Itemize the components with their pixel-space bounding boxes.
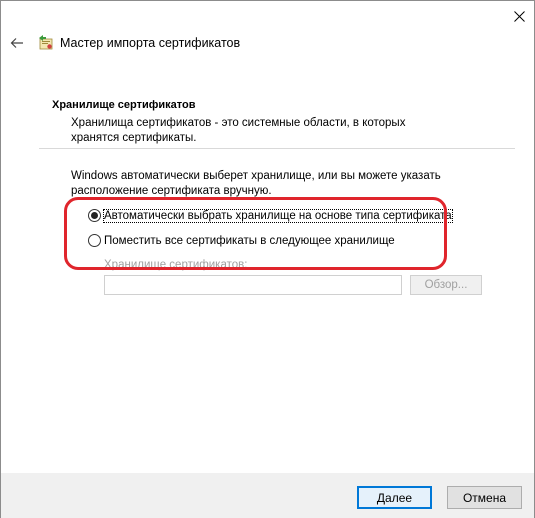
radio-place-in-store[interactable]: Поместить все сертификаты в следующее хр… [88,234,395,247]
footer: Далее Отмена [1,473,534,518]
back-arrow-icon [10,38,23,48]
back-button[interactable] [7,34,27,52]
certificate-import-wizard-window: Мастер импорта сертификатов Хранилище се… [0,0,535,518]
separator [39,148,515,149]
radio-place-in-store-indicator[interactable] [88,234,101,247]
intro-text: Windows автоматически выберет хранилище,… [71,170,441,197]
wizard-header: Мастер импорта сертификатов [1,29,534,57]
close-button[interactable] [504,1,534,31]
radio-selected-dot [91,212,98,219]
wizard-title: Мастер импорта сертификатов [60,36,241,50]
section-description: Хранилища сертификатов - это системные о… [71,117,406,144]
browse-button: Обзор... [410,275,482,295]
cancel-button[interactable]: Отмена [447,486,522,509]
section-heading: Хранилище сертификатов [52,99,196,111]
radio-auto-select[interactable]: Автоматически выбрать хранилище на основ… [88,208,453,223]
radio-place-in-store-label[interactable]: Поместить все сертификаты в следующее хр… [104,235,395,247]
store-input [104,275,402,295]
next-button[interactable]: Далее [357,486,432,509]
close-icon [513,10,525,22]
radio-auto-select-label[interactable]: Автоматически выбрать хранилище на основ… [103,208,453,223]
store-label: Хранилище сертификатов: [104,259,248,271]
radio-auto-select-indicator[interactable] [88,209,101,222]
certificate-wizard-icon [39,35,53,50]
